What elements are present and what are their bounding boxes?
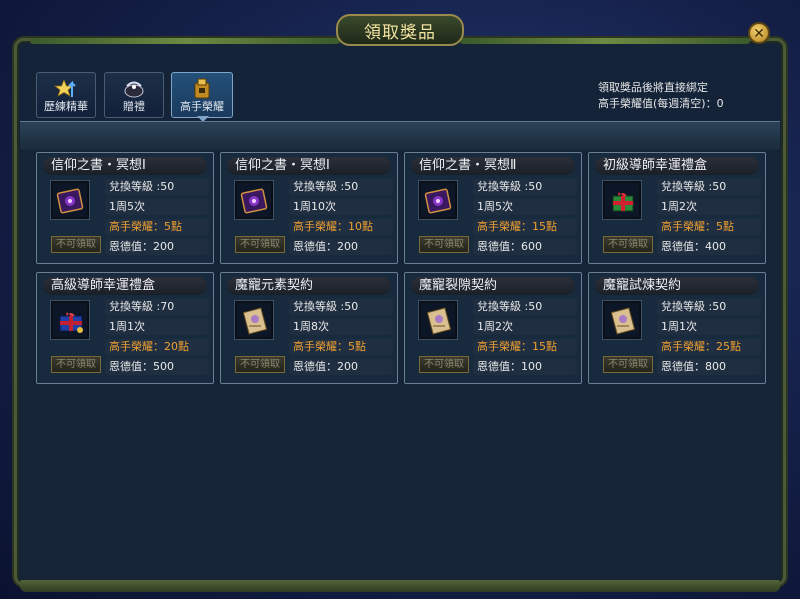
- exchange-level: 兌換等級 :70: [105, 299, 209, 315]
- claim-button[interactable]: 不可領取: [603, 236, 653, 253]
- honor-cost: 高手榮耀：15點: [473, 339, 577, 355]
- contract-scroll-icon: [426, 307, 452, 335]
- grace-value: 恩德值：200: [289, 239, 393, 255]
- tab-gifts[interactable]: 贈禮: [104, 72, 164, 118]
- item-slot[interactable]: [419, 181, 457, 219]
- item-slot[interactable]: [603, 181, 641, 219]
- honor-value: 高手榮耀值(每週清空)：0: [598, 97, 724, 110]
- close-button[interactable]: ✕: [748, 22, 770, 44]
- honor-cost: 高手榮耀：20點: [105, 339, 209, 355]
- frame-bottom-ornament: [20, 578, 780, 592]
- reward-card: 信仰之書・冥想Ⅱ 不可領取 兌換等級 :50 1周5次高手榮耀：15點 恩德值：600: [404, 152, 582, 264]
- reward-info: 領取獎品後將直接綁定 高手榮耀值(每週清空)：0: [598, 80, 724, 112]
- grace-value: 恩德值：400: [657, 239, 761, 255]
- reward-name: 魔寵試煉契約: [595, 277, 759, 295]
- grace-value: 恩德值：200: [289, 359, 393, 375]
- weekly-limit: 1周8次: [289, 319, 393, 335]
- exchange-level: 兌換等級 :50: [105, 179, 209, 195]
- reward-card: 魔寵裂隙契約不可領取 兌換等級 :50 1周2次高手榮耀：15點 恩德值：100: [404, 272, 582, 384]
- honor-cost: 高手榮耀：10點: [289, 219, 393, 235]
- claim-button[interactable]: 不可領取: [419, 356, 469, 373]
- reward-name: 初級導師幸運禮盒: [595, 157, 759, 175]
- honor-cost: 高手榮耀：5點: [105, 219, 209, 235]
- grace-value: 恩德值：500: [105, 359, 209, 375]
- exchange-level: 兌換等級 :50: [473, 299, 577, 315]
- blue-gift-box-icon: [59, 312, 84, 334]
- grace-value: 恩德值：200: [105, 239, 209, 255]
- purple-book-icon: [424, 188, 452, 214]
- item-slot[interactable]: [603, 301, 641, 339]
- grace-value: 恩德值：600: [473, 239, 577, 255]
- item-slot[interactable]: [51, 181, 89, 219]
- weekly-limit: 1周1次: [105, 319, 209, 335]
- reward-name: 信仰之書・冥想Ⅰ: [43, 157, 207, 175]
- exchange-level: 兌換等級 :50: [289, 179, 393, 195]
- item-slot[interactable]: [51, 301, 89, 339]
- reward-name: 魔寵裂隙契約: [411, 277, 575, 295]
- purple-book-icon: [240, 188, 268, 214]
- claim-button[interactable]: 不可領取: [51, 356, 101, 373]
- honor-cost: 高手榮耀：5點: [289, 339, 393, 355]
- purple-book-icon: [56, 188, 84, 214]
- item-slot[interactable]: [235, 181, 273, 219]
- reward-name: 信仰之書・冥想Ⅰ: [227, 157, 391, 175]
- weekly-limit: 1周1次: [657, 319, 761, 335]
- exchange-level: 兌換等級 :50: [473, 179, 577, 195]
- window-title-plate: 領取獎品: [336, 14, 464, 46]
- claim-button[interactable]: 不可領取: [419, 236, 469, 253]
- vine-decoration-right: [460, 38, 750, 44]
- claim-button[interactable]: 不可領取: [603, 356, 653, 373]
- reward-card: 魔寵試煉契約不可領取 兌換等級 :50 1周1次高手榮耀：25點 恩德值：800: [588, 272, 766, 384]
- ribbon-gift-icon: [124, 81, 144, 98]
- window-title: 領取獎品: [364, 22, 436, 43]
- claim-button[interactable]: 不可領取: [51, 236, 101, 253]
- grace-value: 恩德值：800: [657, 359, 761, 375]
- contract-scroll-icon: [242, 307, 268, 335]
- green-gift-box-icon: [612, 192, 634, 212]
- weekly-limit: 1周10次: [289, 199, 393, 215]
- item-slot[interactable]: [235, 301, 273, 339]
- weekly-limit: 1周5次: [473, 199, 577, 215]
- tab-master-honor[interactable]: 高手榮耀: [171, 72, 233, 118]
- reward-card: 魔寵元素契約不可領取 兌換等級 :50 1周8次高手榮耀：5點 恩德值：200: [220, 272, 398, 384]
- header-band: [20, 121, 780, 151]
- star-arrow-icon: [54, 78, 76, 97]
- tab-experience-essence[interactable]: 歷練精華: [36, 72, 96, 118]
- reward-card: 信仰之書・冥想Ⅰ 不可領取 兌換等級 :50 1周10次高手榮耀：10點 恩德值：200: [220, 152, 398, 264]
- bind-notice: 領取獎品後將直接綁定: [598, 81, 708, 94]
- exchange-level: 兌換等級 :50: [657, 299, 761, 315]
- weekly-limit: 1周2次: [657, 199, 761, 215]
- exchange-level: 兌換等級 :50: [289, 299, 393, 315]
- gold-treasure-icon: [194, 78, 210, 99]
- weekly-limit: 1周2次: [473, 319, 577, 335]
- item-slot[interactable]: [419, 301, 457, 339]
- weekly-limit: 1周5次: [105, 199, 209, 215]
- reward-name: 信仰之書・冥想Ⅱ: [411, 157, 575, 175]
- honor-cost: 高手榮耀：5點: [657, 219, 761, 235]
- reward-card: 初級導師幸運禮盒不可領取 兌換等級 :50 1周2次高手榮耀：5點 恩德值：400: [588, 152, 766, 264]
- reward-name: 魔寵元素契約: [227, 277, 391, 295]
- claim-button[interactable]: 不可領取: [235, 236, 285, 253]
- claim-button[interactable]: 不可領取: [235, 356, 285, 373]
- vine-decoration-left: [30, 38, 340, 44]
- reward-card: 高級導師幸運禮盒不可領取 兌換等級 :70 1周1次高手榮耀：20點 恩德值：500: [36, 272, 214, 384]
- reward-card: 信仰之書・冥想Ⅰ 不可領取 兌換等級 :50 1周5次高手榮耀：5點 恩德值：200: [36, 152, 214, 264]
- honor-cost: 高手榮耀：25點: [657, 339, 761, 355]
- honor-cost: 高手榮耀：15點: [473, 219, 577, 235]
- exchange-level: 兌換等級 :50: [657, 179, 761, 195]
- grace-value: 恩德值：100: [473, 359, 577, 375]
- contract-scroll-icon: [610, 307, 636, 335]
- reward-name: 高級導師幸運禮盒: [43, 277, 207, 295]
